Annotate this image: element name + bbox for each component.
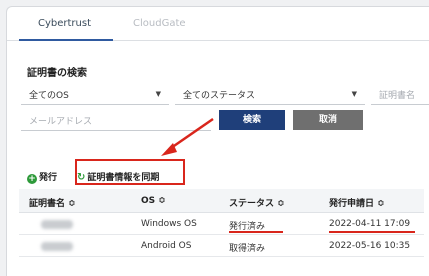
refresh-icon: ↻ <box>77 172 86 183</box>
row-date: 2022-04-11 17:09 <box>329 219 411 229</box>
date-underline <box>329 231 415 233</box>
column-request-date[interactable]: 発行申請日 ≎ <box>329 196 385 209</box>
row-os: Windows OS <box>141 219 197 229</box>
column-os[interactable]: OS ≎ <box>141 196 166 206</box>
status-underline <box>229 231 283 233</box>
column-cert-name[interactable]: 証明書名 ≎ <box>29 196 76 209</box>
row-os: Android OS <box>141 241 192 251</box>
row-status: 取得済み <box>229 244 266 254</box>
plus-circle-icon: + <box>27 174 37 184</box>
issue-button[interactable]: + 発行 <box>27 170 57 184</box>
table-row[interactable]: Windows OS 発行済み 2022-04-11 17:09 <box>19 213 424 235</box>
sync-button[interactable]: ↻ 証明書情報を同期 <box>77 170 159 183</box>
row-date: 2022-05-16 10:35 <box>329 241 411 251</box>
issue-label: 発行 <box>39 173 58 183</box>
certificate-panel: Cybertrust CloudGate 証明書の検索 全てのOS ▼ 全てのス… <box>6 6 429 276</box>
column-status[interactable]: ステータス ≎ <box>229 196 285 209</box>
table-header: 証明書名 ≎ OS ≎ ステータス ≎ 発行申請日 ≎ <box>19 189 424 213</box>
redacted-cert-name <box>41 220 73 229</box>
redacted-cert-name <box>41 242 73 251</box>
sync-label: 証明書情報を同期 <box>87 173 160 183</box>
table-row[interactable]: Android OS 取得済み 2022-05-16 10:35 <box>19 235 424 257</box>
